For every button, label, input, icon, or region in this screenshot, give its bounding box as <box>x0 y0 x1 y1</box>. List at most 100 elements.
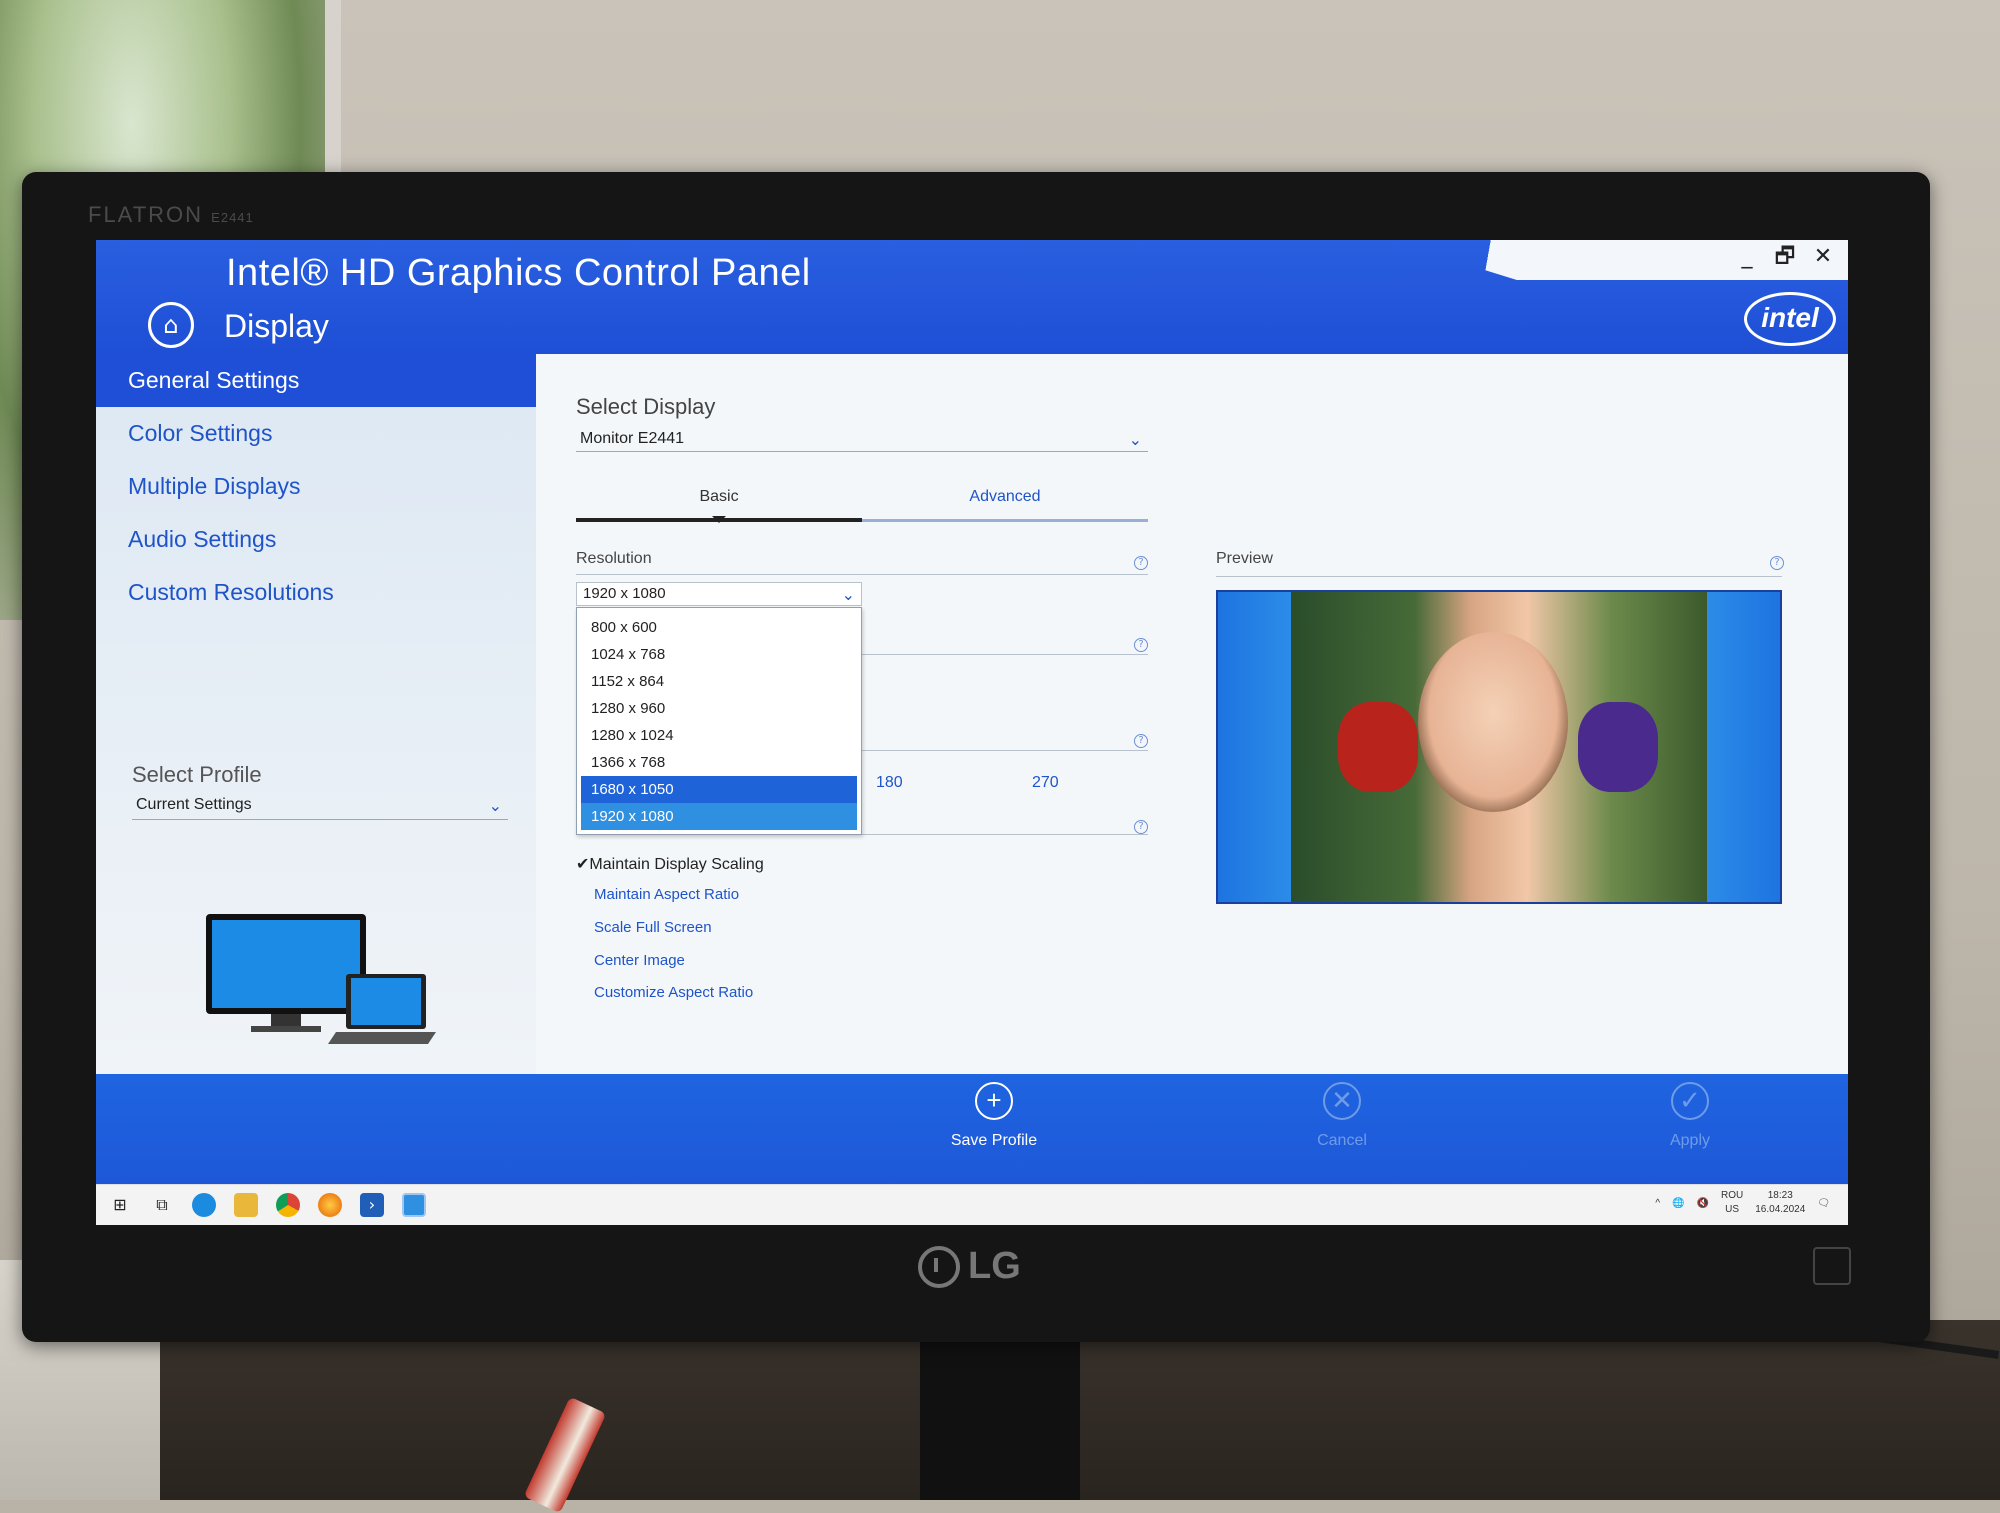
task-view-icon[interactable]: ⧉ <box>150 1193 174 1217</box>
illustration-monitor-base <box>251 1026 321 1032</box>
illustration-laptop-keyboard <box>328 1032 436 1044</box>
monitor-stand <box>920 1330 1080 1500</box>
window-controls: _ 🗗 ✕ <box>1736 246 1834 268</box>
tab-basic[interactable]: Basic <box>576 488 862 523</box>
chrome-browser-icon[interactable] <box>276 1193 300 1217</box>
lg-circle-icon <box>918 1245 960 1288</box>
file-explorer-icon[interactable] <box>234 1193 258 1217</box>
select-profile-label: Select Profile <box>132 762 262 787</box>
clock-date: 16.04.2024 <box>1755 1204 1806 1215</box>
sidebar: General Settings Color Settings Multiple… <box>96 354 536 1074</box>
preview-image <box>1216 590 1782 904</box>
lg-logo-text: LG <box>968 1245 1021 1287</box>
minimize-button[interactable]: _ <box>1736 246 1758 268</box>
save-profile-label: Save Profile <box>950 1132 1038 1149</box>
rotation-option-270[interactable]: 270 <box>1032 774 1059 792</box>
maintain-display-scaling-label: Maintain Display Scaling <box>589 856 764 873</box>
restore-button[interactable]: 🗗 <box>1774 246 1796 268</box>
rotation-option-180[interactable]: 180 <box>876 774 903 792</box>
clock[interactable]: 18:23 16.04.2024 <box>1755 1189 1805 1217</box>
edge-browser-icon[interactable] <box>192 1193 216 1217</box>
cancel-button[interactable]: ✕ Cancel <box>1262 1082 1422 1150</box>
resolution-select[interactable]: 1920 x 1080 ⌄ <box>576 582 862 606</box>
help-icon[interactable]: ? <box>1134 638 1148 652</box>
center-image-option[interactable]: Center Image <box>594 952 685 969</box>
bezel-model-text: E2441 <box>211 210 254 225</box>
language-indicator[interactable]: ROU US <box>1721 1189 1743 1217</box>
screen: Intel® HD Graphics Control Panel ⌂ Displ… <box>96 240 1848 1225</box>
resolution-option[interactable]: 1280 x 960 <box>581 695 857 722</box>
chevron-down-icon: ⌄ <box>841 587 855 604</box>
powershell-icon[interactable]: › <box>360 1193 384 1217</box>
resolution-option[interactable]: 1152 x 864 <box>581 668 857 695</box>
scale-full-screen-option[interactable]: Scale Full Screen <box>594 919 712 936</box>
app-title: Intel® HD Graphics Control Panel <box>226 252 811 294</box>
lg-logo: LG <box>918 1245 1021 1288</box>
notification-icon[interactable]: 🗨 <box>1817 1198 1830 1209</box>
preview-divider <box>1216 576 1782 577</box>
volume-muted-icon[interactable]: 🔇 <box>1697 1198 1709 1209</box>
monitor-power-button[interactable] <box>1813 1247 1851 1285</box>
illustration-monitor-screen <box>212 920 360 1008</box>
cancel-icon: ✕ <box>1323 1082 1361 1120</box>
language-top: ROU <box>1721 1190 1744 1201</box>
rotation-divider <box>862 750 1148 751</box>
refresh-rate-divider <box>862 654 1148 655</box>
chevron-down-icon: ⌄ <box>1128 432 1142 449</box>
system-tray: ^ 🌐 🔇 ROU US 18:23 16.04.2024 🗨 <box>1655 1189 1830 1217</box>
resolution-label: Resolution <box>576 550 652 567</box>
scaling-divider <box>862 834 1148 835</box>
apply-button[interactable]: ✓ Apply <box>1610 1082 1770 1150</box>
profile-select[interactable]: Current Settings ⌄ <box>132 794 508 820</box>
plus-icon: + <box>975 1082 1013 1120</box>
checkmark-icon: ✔ <box>576 856 590 873</box>
preview-photo-right-hand <box>1578 702 1658 792</box>
preview-photo-face <box>1418 632 1568 812</box>
clock-time: 18:23 <box>1767 1190 1793 1201</box>
language-bottom: US <box>1725 1204 1740 1215</box>
maintain-display-scaling-option[interactable]: ✔Maintain Display Scaling <box>576 854 764 874</box>
title-bar: Intel® HD Graphics Control Panel ⌂ Displ… <box>96 240 1848 354</box>
display-select-value: Monitor E2441 <box>580 430 685 447</box>
resolution-option[interactable]: 1280 x 1024 <box>581 722 857 749</box>
resolution-option-selected[interactable]: 1920 x 1080 <box>581 803 857 830</box>
tab-advanced[interactable]: Advanced <box>862 488 1148 522</box>
close-button[interactable]: ✕ <box>1812 246 1834 268</box>
home-button[interactable]: ⌂ <box>148 302 194 348</box>
resolution-option[interactable]: 1366 x 768 <box>581 749 857 776</box>
resolution-option[interactable]: 1024 x 768 <box>581 641 857 668</box>
section-title: Display <box>224 308 329 344</box>
preview-photo-left-hand <box>1338 702 1418 792</box>
resolution-divider <box>576 574 1148 575</box>
firefox-browser-icon[interactable] <box>318 1193 342 1217</box>
display-illustration <box>206 914 436 1044</box>
windows-start-icon[interactable]: ⊞ <box>108 1193 132 1217</box>
sidebar-item-audio-settings[interactable]: Audio Settings <box>96 513 536 566</box>
resolution-dropdown-list: 800 x 600 1024 x 768 1152 x 864 1280 x 9… <box>576 607 862 835</box>
select-display-label: Select Display <box>576 394 716 419</box>
profile-select-value: Current Settings <box>136 796 252 813</box>
chevron-up-icon[interactable]: ^ <box>1655 1198 1660 1209</box>
sidebar-item-custom-resolutions[interactable]: Custom Resolutions <box>96 566 536 619</box>
resolution-option[interactable]: 800 x 600 <box>581 614 857 641</box>
cancel-label: Cancel <box>1317 1132 1367 1149</box>
help-icon[interactable]: ? <box>1134 556 1148 570</box>
intel-graphics-taskbar-icon[interactable] <box>402 1193 426 1217</box>
network-icon[interactable]: 🌐 <box>1672 1198 1684 1209</box>
sidebar-item-color-settings[interactable]: Color Settings <box>96 407 536 460</box>
illustration-laptop-screen <box>351 978 421 1025</box>
sidebar-item-multiple-displays[interactable]: Multiple Displays <box>96 460 536 513</box>
taskbar: ⊞ ⧉ › ^ 🌐 🔇 ROU US 18:23 16.04.2024 🗨 <box>96 1184 1848 1225</box>
action-bar: + Save Profile ✕ Cancel ✓ Apply <box>96 1074 1848 1184</box>
save-profile-button[interactable]: + Save Profile <box>914 1082 1074 1150</box>
preview-label: Preview <box>1216 550 1273 567</box>
help-icon[interactable]: ? <box>1134 734 1148 748</box>
display-select[interactable]: Monitor E2441 ⌄ <box>576 428 1148 452</box>
chevron-down-icon: ⌄ <box>488 798 502 815</box>
maintain-aspect-ratio-option[interactable]: Maintain Aspect Ratio <box>594 886 739 903</box>
help-icon[interactable]: ? <box>1770 556 1784 570</box>
resolution-option-hovered[interactable]: 1680 x 1050 <box>581 776 857 803</box>
customize-aspect-ratio-option[interactable]: Customize Aspect Ratio <box>594 984 753 1001</box>
help-icon[interactable]: ? <box>1134 820 1148 834</box>
sidebar-item-general-settings[interactable]: General Settings <box>96 354 536 407</box>
